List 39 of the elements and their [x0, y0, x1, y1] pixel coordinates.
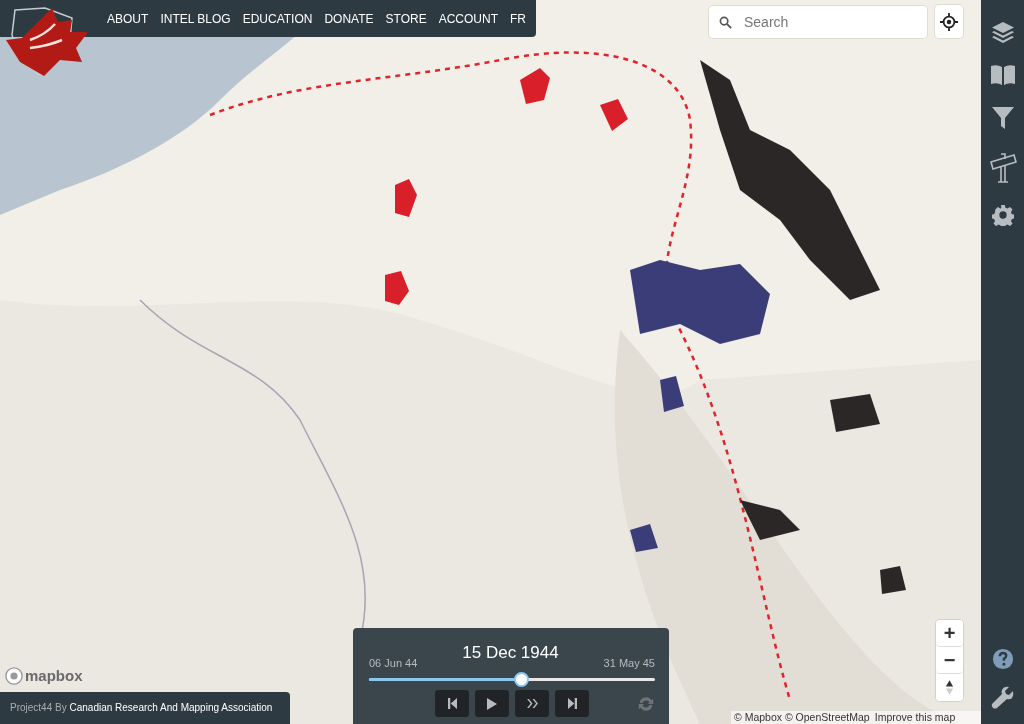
skip-forward-button[interactable]: [555, 690, 589, 717]
play-icon: [487, 697, 497, 710]
start-date: 06 Jun 44: [369, 656, 418, 670]
wrench-icon[interactable]: [990, 686, 1015, 710]
mapbox-mark-icon: [5, 667, 23, 685]
nav-link[interactable]: EDUCATION: [242, 9, 313, 28]
play-button[interactable]: [475, 690, 509, 717]
mapbox-logo[interactable]: mapbox: [5, 667, 83, 685]
current-date: 15 Dec 1944: [462, 642, 559, 664]
end-date: 31 May 45: [603, 656, 655, 670]
help-icon[interactable]: [991, 648, 1014, 670]
nav-link[interactable]: ABOUT: [107, 9, 149, 28]
compass-icon: [945, 680, 954, 695]
book-icon[interactable]: [989, 64, 1016, 86]
nav-link[interactable]: DONATE: [324, 9, 374, 28]
nav-link[interactable]: FR: [510, 9, 526, 28]
search-input[interactable]: Search: [742, 13, 906, 31]
timeline-slider[interactable]: [369, 672, 655, 687]
locate-button[interactable]: [935, 5, 963, 38]
search-icon: [719, 15, 732, 29]
attribution-text: © Mapbox © OpenStreetMap: [734, 711, 870, 724]
zoom-in-button[interactable]: +: [936, 620, 963, 647]
search-field[interactable]: Search: [709, 6, 927, 38]
crosshair-icon: [940, 12, 958, 31]
skip-forward-icon: [567, 698, 577, 709]
signpost-icon[interactable]: [988, 150, 1017, 184]
credit-text: Project44 By Canadian Research And Mapping Association: [0, 692, 290, 724]
skip-back-button[interactable]: [435, 690, 469, 717]
fast-forward-button[interactable]: [515, 690, 549, 717]
filter-icon[interactable]: [990, 106, 1015, 130]
nav-link[interactable]: STORE: [385, 9, 427, 28]
layers-icon[interactable]: [990, 20, 1015, 44]
slider-thumb[interactable]: [513, 672, 529, 687]
settings-icon[interactable]: [991, 204, 1014, 226]
improve-map-link[interactable]: Improve this map: [874, 711, 956, 724]
fast-forward-icon: [526, 699, 538, 708]
skip-back-icon: [447, 698, 457, 709]
nav-link[interactable]: ACCOUNT: [438, 9, 498, 28]
nav-link[interactable]: INTEL BLOG: [160, 9, 231, 28]
